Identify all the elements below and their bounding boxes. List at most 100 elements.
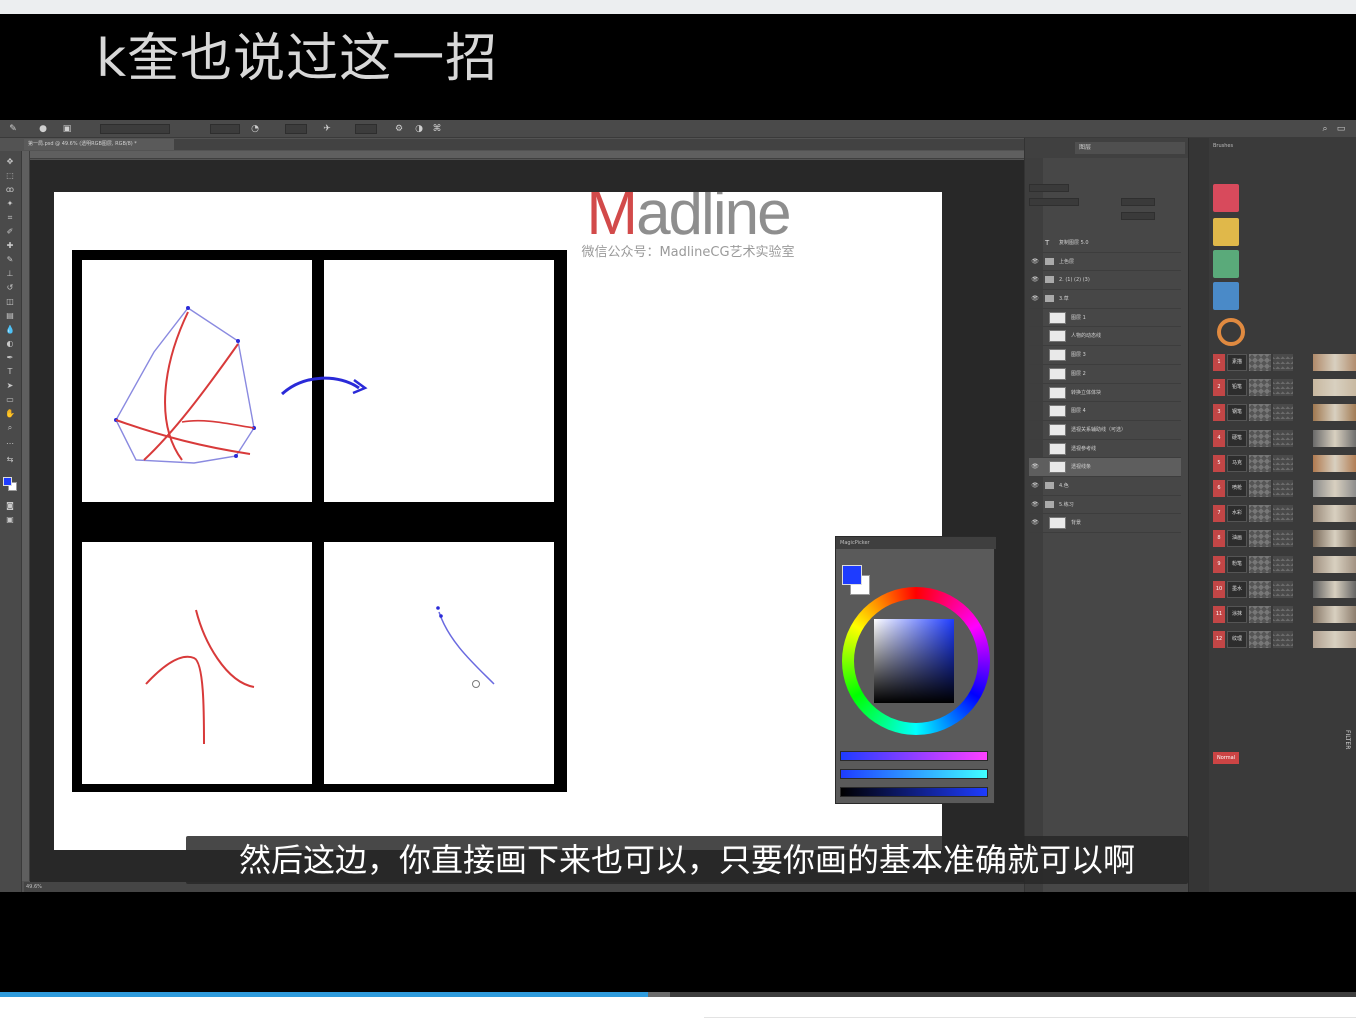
brush-slot-number[interactable]: 11 <box>1213 606 1225 623</box>
move-tool-icon[interactable]: ✥ <box>5 157 15 166</box>
search-icon[interactable]: ⌕ <box>1320 124 1330 134</box>
saturation-brightness-square[interactable] <box>874 619 954 703</box>
layer-row[interactable]: 👁 3.草 <box>1029 290 1181 309</box>
airbrush-icon[interactable]: ✈ <box>322 124 332 134</box>
eyedropper-icon[interactable]: ✐ <box>5 227 15 236</box>
fill-input[interactable] <box>1121 212 1155 220</box>
pressure-size-icon[interactable]: ◑ <box>414 124 424 134</box>
brush-slot-number[interactable]: 8 <box>1213 530 1225 548</box>
crop-tool-icon[interactable]: ⌗ <box>5 213 15 222</box>
swatch-yellow[interactable] <box>1213 218 1239 246</box>
layers-tab[interactable]: 图层 <box>1075 142 1185 154</box>
blend-mode-dropdown[interactable] <box>1029 198 1079 206</box>
healing-tool-icon[interactable]: ✚ <box>5 241 15 250</box>
layer-row[interactable]: 透视参考线 <box>1029 440 1181 459</box>
layer-row[interactable]: 图层 3 <box>1029 346 1181 365</box>
picker-foreground-swatch[interactable] <box>842 565 862 585</box>
visibility-eye-icon[interactable]: 👁 <box>1031 458 1039 476</box>
brush-slot-number[interactable]: 7 <box>1213 505 1225 523</box>
layer-row[interactable]: T 复制图层 5.0 <box>1029 234 1181 253</box>
layer-row[interactable]: 人物的动态线 <box>1029 327 1181 347</box>
visibility-eye-icon[interactable]: 👁 <box>1031 514 1039 532</box>
more-tools-icon[interactable]: ⋯ <box>5 439 15 448</box>
brush-slot-number[interactable]: 2 <box>1213 379 1225 397</box>
document-tab[interactable]: 第一局.psd @ 49.6% (透明RGB图层, RGB/8) * <box>24 139 174 150</box>
brush-slot-number[interactable]: 4 <box>1213 429 1225 447</box>
brush-tool-icon[interactable]: ✎ <box>8 124 18 134</box>
layer-filter-dropdown[interactable] <box>1029 184 1069 192</box>
document-canvas[interactable]: Madline 微信公众号：MadlineCG艺术实验室 <box>54 192 942 850</box>
hue-slider[interactable] <box>840 751 988 761</box>
brush-preset-button[interactable]: 纹理 <box>1227 631 1247 649</box>
eraser-tool-icon[interactable]: ◫ <box>5 297 15 306</box>
path-select-icon[interactable]: ➤ <box>5 381 15 390</box>
pen-tool-icon[interactable]: ✒ <box>5 353 15 362</box>
opacity-input[interactable] <box>1121 198 1155 206</box>
swap-colors-icon[interactable]: ⇆ <box>5 455 15 464</box>
foreground-color-swatch[interactable] <box>3 477 12 486</box>
layer-row[interactable]: 👁 5.练习 <box>1029 496 1181 515</box>
brush-slot-number[interactable]: 6 <box>1213 480 1225 497</box>
layer-row[interactable]: 👁 上色层 <box>1029 253 1181 272</box>
blend-normal-button[interactable]: Normal <box>1213 752 1239 764</box>
brush-preset-button[interactable]: 素描 <box>1227 354 1247 371</box>
brush-preset-button[interactable]: 油画 <box>1227 530 1247 548</box>
swatch-green[interactable] <box>1213 250 1239 278</box>
zoom-tool-icon[interactable]: ⌕ <box>5 423 15 432</box>
brush-slot-number[interactable]: 5 <box>1213 454 1225 472</box>
marquee-tool-icon[interactable]: ⬚ <box>5 171 15 180</box>
layer-row[interactable]: 图层 1 <box>1029 309 1181 328</box>
magic-wand-icon[interactable]: ✦ <box>5 199 15 208</box>
layer-row[interactable]: 转换立体体块 <box>1029 384 1181 403</box>
brush-preset-icon[interactable]: ● <box>38 124 48 134</box>
opacity-field[interactable] <box>210 124 240 134</box>
brush-slot-number[interactable]: 1 <box>1213 354 1225 371</box>
stamp-tool-icon[interactable]: ⊥ <box>5 269 15 278</box>
swatch-blue[interactable] <box>1213 282 1239 310</box>
saturation-slider[interactable] <box>840 769 988 779</box>
brush-slot-number[interactable]: 10 <box>1213 580 1225 598</box>
quick-mask-icon[interactable]: ◙ <box>5 501 15 510</box>
brush-preset-button[interactable]: 钢笔 <box>1227 404 1247 422</box>
brush-preset-button[interactable]: 硬笔 <box>1227 429 1247 447</box>
settings-gear-icon[interactable]: ⚙ <box>394 124 404 134</box>
layer-row[interactable]: 👁 4.色 <box>1029 477 1181 496</box>
smoothing-field[interactable] <box>355 124 377 134</box>
visibility-eye-icon[interactable]: 👁 <box>1031 496 1039 514</box>
visibility-eye-icon[interactable]: 👁 <box>1031 271 1039 289</box>
blur-tool-icon[interactable]: 💧 <box>5 325 15 334</box>
visibility-eye-icon[interactable]: 👁 <box>1031 290 1039 308</box>
dodge-tool-icon[interactable]: ◐ <box>5 339 15 348</box>
video-player[interactable]: k奎也说过这一招 ✎ ● ▣ ◔ ✈ ⚙ ◑ ⌘ ⌕ ▭ 第一局.psd @ 4… <box>0 14 1356 996</box>
brush-slot-number[interactable]: 3 <box>1213 404 1225 422</box>
type-tool-icon[interactable]: T <box>5 367 15 376</box>
brush-settings-icon[interactable]: ▣ <box>62 124 72 134</box>
brightness-slider[interactable] <box>840 787 988 797</box>
layer-row[interactable]: 👁 透视线条 <box>1029 458 1181 477</box>
brush-tool-icon[interactable]: ✎ <box>5 255 15 264</box>
brush-slot-number[interactable]: 12 <box>1213 631 1225 649</box>
flow-field[interactable] <box>285 124 307 134</box>
brush-preset-button[interactable]: 墨水 <box>1227 580 1247 598</box>
brush-preset-button[interactable]: 涂抹 <box>1227 606 1247 623</box>
visibility-eye-icon[interactable]: 👁 <box>1031 477 1039 495</box>
shape-tool-icon[interactable]: ▭ <box>5 395 15 404</box>
brush-preset-button[interactable]: 水彩 <box>1227 505 1247 523</box>
brush-slot-number[interactable]: 9 <box>1213 555 1225 573</box>
lasso-tool-icon[interactable]: ꝏ <box>5 185 15 194</box>
pressure-opacity-icon[interactable]: ◔ <box>250 124 260 134</box>
layer-row[interactable]: 👁 2. (1) (2) (3) <box>1029 271 1181 291</box>
swatch-red[interactable] <box>1213 184 1239 212</box>
brush-preset-button[interactable]: 铅笔 <box>1227 379 1247 397</box>
visibility-eye-icon[interactable]: 👁 <box>1031 253 1039 271</box>
brush-preset-button[interactable]: 马克 <box>1227 454 1247 472</box>
brush-preset-button[interactable]: 粉笔 <box>1227 555 1247 573</box>
layer-row[interactable]: 👁 背景 <box>1029 514 1181 533</box>
mode-dropdown[interactable] <box>100 124 170 134</box>
workspace-icon[interactable]: ▭ <box>1336 124 1346 134</box>
brush-preset-button[interactable]: 喷枪 <box>1227 480 1247 497</box>
color-ring-icon[interactable] <box>1217 318 1245 346</box>
hand-tool-icon[interactable]: ✋ <box>5 409 15 418</box>
gradient-tool-icon[interactable]: ▤ <box>5 311 15 320</box>
symmetry-icon[interactable]: ⌘ <box>432 124 442 134</box>
